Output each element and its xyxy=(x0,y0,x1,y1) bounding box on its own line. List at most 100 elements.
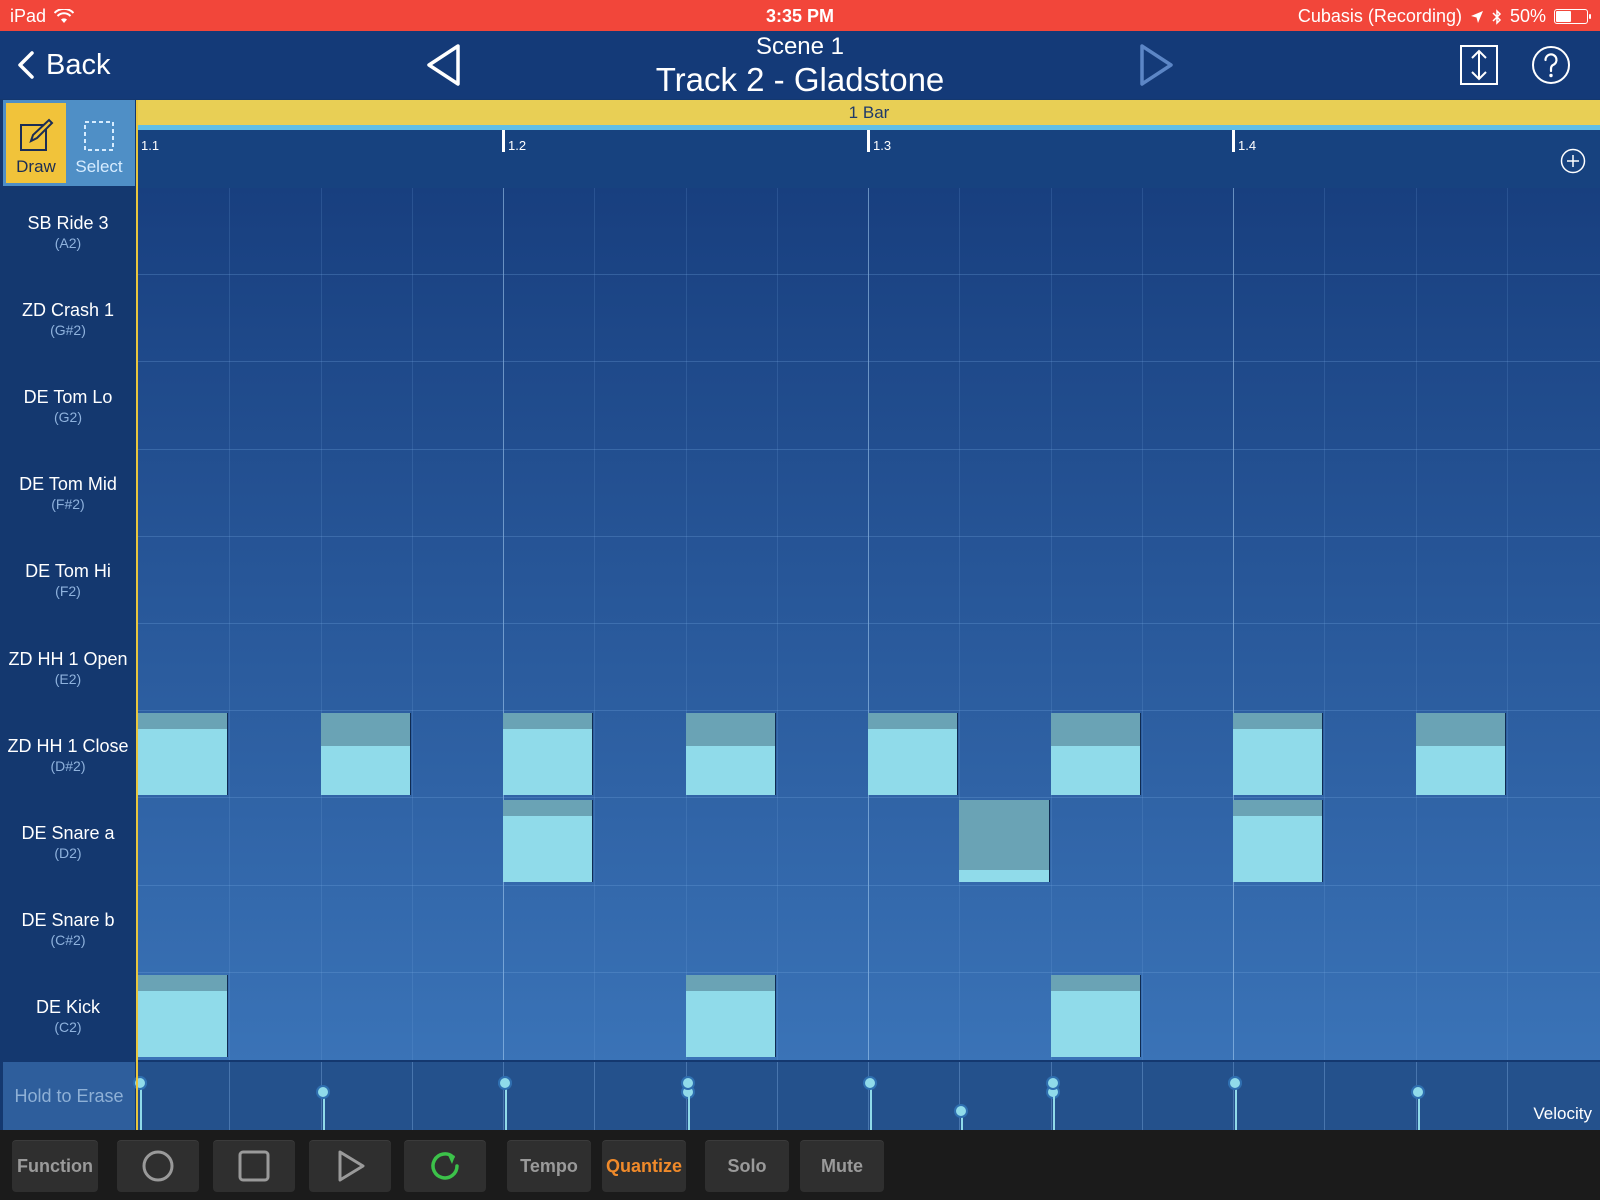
velocity-handle[interactable] xyxy=(954,1104,969,1119)
pad-label[interactable]: DE Kick (C2) xyxy=(0,973,136,1060)
drum-note[interactable] xyxy=(685,713,776,796)
drum-note[interactable] xyxy=(138,974,229,1057)
pad-label[interactable]: ZD HH 1 Open (E2) xyxy=(0,624,136,711)
help-button[interactable] xyxy=(1531,45,1571,85)
pad-name: DE Snare a xyxy=(21,822,115,843)
bar-length-label: 1 Bar xyxy=(848,103,890,122)
drum-note[interactable] xyxy=(685,974,776,1057)
drum-note[interactable] xyxy=(1233,713,1324,796)
row-line xyxy=(138,361,1600,363)
pad-label[interactable]: SB Ride 3 (A2) xyxy=(0,188,136,275)
stop-button[interactable] xyxy=(213,1140,295,1192)
pad-label[interactable]: DE Tom Hi (F2) xyxy=(0,537,136,624)
drum-note[interactable] xyxy=(503,713,594,796)
timeline-ruler[interactable]: 1.1 1.2 1.3 1.4 xyxy=(138,125,1600,188)
velocity-stem xyxy=(687,1082,690,1130)
drum-note[interactable] xyxy=(868,713,959,796)
drum-note[interactable] xyxy=(1415,713,1506,796)
row-line xyxy=(138,535,1600,537)
velocity-step-line xyxy=(1141,1062,1143,1130)
drum-note[interactable] xyxy=(1233,800,1324,883)
tempo-button[interactable]: Tempo xyxy=(507,1140,591,1192)
note-velocity-shade xyxy=(1233,713,1323,730)
step-line xyxy=(959,188,961,1060)
row-line xyxy=(138,710,1600,712)
hold-to-erase-button[interactable]: Hold to Erase xyxy=(3,1062,135,1130)
drum-step-grid[interactable] xyxy=(138,188,1600,1060)
bar-length-strip[interactable]: 1 Bar xyxy=(138,100,1600,125)
pad-name: DE Kick xyxy=(35,997,100,1018)
mute-label: Mute xyxy=(821,1155,863,1176)
note-velocity-shade xyxy=(685,713,775,747)
battery-percent: 50% xyxy=(1509,6,1546,26)
step-line xyxy=(320,188,322,1060)
quantize-button[interactable]: Quantize xyxy=(602,1140,686,1192)
pad-label[interactable]: ZD Crash 1 (G#2) xyxy=(0,275,136,362)
drum-note[interactable] xyxy=(138,713,229,796)
velocity-handle[interactable] xyxy=(498,1075,512,1090)
note-velocity-shade xyxy=(1050,713,1140,747)
next-track-button[interactable] xyxy=(1135,43,1175,87)
pad-note: (F#2) xyxy=(51,496,85,513)
pad-label[interactable]: ZD HH 1 Close (D#2) xyxy=(0,711,136,798)
add-bar-button[interactable] xyxy=(1560,148,1586,174)
function-button[interactable]: Function xyxy=(12,1140,98,1192)
title-area: Scene 1 Track 2 - Gladstone xyxy=(0,31,1600,98)
battery-icon xyxy=(1554,9,1591,24)
velocity-stem xyxy=(140,1082,142,1130)
drum-note[interactable] xyxy=(1050,974,1141,1057)
note-velocity-shade xyxy=(1233,800,1323,817)
step-line xyxy=(1324,188,1326,1060)
drum-note[interactable] xyxy=(959,800,1050,883)
velocity-handle[interactable] xyxy=(1228,1075,1242,1090)
pad-label[interactable]: DE Tom Lo (G2) xyxy=(0,362,136,449)
mute-button[interactable]: Mute xyxy=(800,1140,884,1192)
note-velocity-shade xyxy=(503,713,593,730)
velocity-lane[interactable]: Velocity xyxy=(133,1062,1600,1130)
draw-tool-button[interactable]: Draw xyxy=(6,103,66,183)
velocity-stem xyxy=(870,1082,872,1130)
row-line xyxy=(138,623,1600,624)
drum-note[interactable] xyxy=(1050,713,1141,796)
solo-label: Solo xyxy=(727,1155,767,1176)
status-right: Cubasis (Recording) 50% xyxy=(1298,6,1591,27)
loop-button[interactable] xyxy=(404,1140,486,1192)
drum-note[interactable] xyxy=(503,800,594,883)
ruler-tick xyxy=(1232,130,1235,152)
ruler-tick xyxy=(867,130,870,152)
drum-note[interactable] xyxy=(320,713,411,796)
pad-label[interactable]: DE Snare a (D2) xyxy=(0,798,136,885)
velocity-step-line xyxy=(411,1062,413,1130)
row-line xyxy=(138,274,1600,276)
velocity-stem xyxy=(505,1082,507,1130)
record-button[interactable] xyxy=(117,1140,199,1192)
pad-label[interactable]: DE Tom Mid (F#2) xyxy=(0,450,136,537)
row-line xyxy=(138,971,1600,973)
pad-note: (D#2) xyxy=(50,757,86,774)
location-arrow-icon xyxy=(1470,10,1483,23)
velocity-handle[interactable] xyxy=(315,1084,330,1099)
pad-label[interactable]: DE Snare b (C#2) xyxy=(0,886,136,973)
velocity-handle[interactable] xyxy=(680,1075,695,1090)
marquee-select-icon xyxy=(84,121,114,151)
velocity-stem xyxy=(1235,1082,1237,1130)
ruler-marker-label: 1.1 xyxy=(141,138,160,153)
step-line xyxy=(1506,188,1508,1060)
velocity-step-line xyxy=(1506,1062,1508,1130)
solo-button[interactable]: Solo xyxy=(705,1140,789,1192)
velocity-step-line xyxy=(229,1062,231,1130)
select-tool-button[interactable]: Select xyxy=(69,103,129,183)
note-velocity-shade xyxy=(320,713,410,747)
note-velocity-shade xyxy=(138,974,228,991)
pad-note: (G2) xyxy=(54,408,82,425)
expand-vertical-button[interactable] xyxy=(1459,45,1499,85)
velocity-handle[interactable] xyxy=(1410,1084,1425,1099)
note-velocity-shade xyxy=(868,713,958,730)
note-velocity-shade xyxy=(1050,974,1140,991)
step-line xyxy=(1141,188,1143,1060)
step-line xyxy=(685,188,687,1060)
velocity-handle[interactable] xyxy=(1045,1075,1060,1090)
play-button[interactable] xyxy=(309,1140,391,1192)
velocity-handle[interactable] xyxy=(863,1075,877,1090)
step-line xyxy=(776,188,778,1060)
